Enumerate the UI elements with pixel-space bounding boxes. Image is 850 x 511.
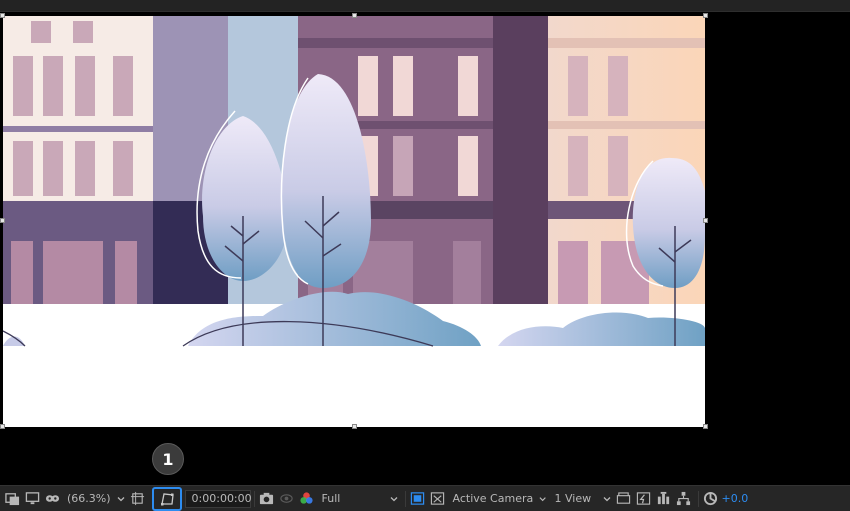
handle-bottom-right[interactable]	[703, 424, 708, 429]
chevron-down-icon	[539, 496, 547, 501]
region-of-interest-icon[interactable]	[3, 490, 21, 508]
handle-middle-left[interactable]	[0, 218, 5, 223]
timecode-value: 0:00:00:00	[191, 492, 252, 505]
handle-top-center[interactable]	[352, 13, 357, 18]
toggle-mask-path-icon	[160, 492, 174, 505]
color-channels-icon[interactable]	[298, 490, 316, 508]
comp-flowchart-icon[interactable]	[655, 490, 673, 508]
timeline-icon[interactable]	[635, 490, 653, 508]
toolbar-divider	[697, 490, 699, 507]
handle-top-right[interactable]	[703, 13, 708, 18]
toolbar-divider	[253, 490, 255, 507]
panel-header-strip	[0, 0, 850, 12]
view-layout-dropdown[interactable]: 1 View	[551, 490, 615, 508]
camera-snapshot-icon[interactable]	[258, 490, 276, 508]
resolution-dropdown[interactable]: Full	[318, 490, 402, 508]
toggle-mask-path-button[interactable]	[151, 486, 182, 511]
handle-bottom-center[interactable]	[352, 424, 357, 429]
chevron-down-icon	[390, 496, 397, 501]
handle-bottom-left[interactable]	[0, 424, 5, 429]
reset-exposure-icon[interactable]	[702, 490, 720, 508]
winter-city-artwork	[3, 16, 705, 427]
magnification-dropdown[interactable]: (66.3%)	[63, 490, 129, 508]
camera-view-dropdown[interactable]: Active Camera	[449, 490, 551, 508]
composition-viewer[interactable]	[0, 13, 850, 485]
grid-guides-icon[interactable]	[129, 490, 147, 508]
fast-previews-icon[interactable]	[409, 490, 427, 508]
exposure-value[interactable]: +0.0	[722, 492, 749, 505]
current-time-field[interactable]: 0:00:00:00	[184, 489, 252, 508]
chevron-down-icon	[603, 496, 610, 501]
camera-view-value: Active Camera	[452, 492, 534, 505]
show-snapshot-icon[interactable]	[278, 490, 296, 508]
viewer-toolbar: (66.3%) 0:00:00:00 Full Active Camera 1 …	[0, 485, 850, 511]
handle-top-left[interactable]	[0, 13, 5, 18]
transparency-grid-icon[interactable]	[429, 490, 447, 508]
mask-visibility-icon[interactable]	[43, 490, 61, 508]
composition-frame[interactable]	[3, 16, 705, 427]
magnification-value: (66.3%)	[67, 492, 111, 505]
view-layout-value: 1 View	[554, 492, 592, 505]
display-icon[interactable]	[23, 490, 41, 508]
step-callout-badge: 1	[152, 443, 184, 475]
3d-view-icon[interactable]	[615, 490, 633, 508]
zoom-chevron-icon	[117, 496, 124, 501]
flowchart-icon[interactable]	[675, 490, 693, 508]
resolution-value: Full	[321, 492, 341, 505]
handle-middle-right[interactable]	[703, 218, 708, 223]
toolbar-divider	[404, 490, 406, 507]
